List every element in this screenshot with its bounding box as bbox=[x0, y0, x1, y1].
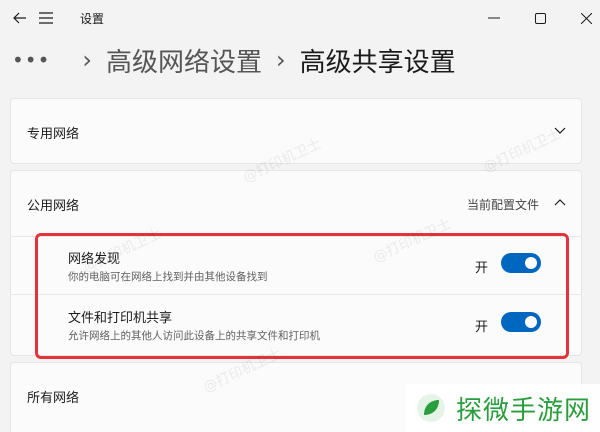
network-discovery-row: 网络发现 你的电脑可在网络上找到并由其他设备找到 开 bbox=[11, 237, 581, 295]
current-profile-label: 当前配置文件 bbox=[466, 198, 539, 212]
brand-logo: 探微手游网 bbox=[406, 384, 600, 432]
title-bar: 设置 bbox=[0, 0, 600, 36]
file-printer-sharing-state: 开 bbox=[475, 320, 489, 335]
minimize-icon bbox=[488, 17, 500, 19]
file-printer-sharing-row: 文件和打印机共享 允许网络上的其他人访问此设备上的共享文件和打印机 开 bbox=[11, 296, 581, 354]
file-printer-sharing-title: 文件和打印机共享 bbox=[68, 311, 173, 326]
network-discovery-title: 网络发现 bbox=[68, 252, 121, 267]
network-discovery-description: 你的电脑可在网络上找到并由其他设备找到 bbox=[68, 271, 268, 283]
minimize-button[interactable] bbox=[474, 0, 514, 36]
menu-button[interactable] bbox=[26, 0, 66, 36]
hamburger-icon bbox=[39, 12, 53, 24]
brand-text: 探微手游网 bbox=[456, 395, 592, 426]
chevron-down-icon bbox=[554, 127, 566, 134]
maximize-button[interactable] bbox=[520, 0, 560, 36]
close-button[interactable] bbox=[566, 0, 600, 36]
back-arrow-icon bbox=[13, 12, 26, 24]
public-network-card: 公用网络 当前配置文件 网络发现 你的电脑可在网络上找到并由其他设备找到 开 文… bbox=[10, 170, 582, 356]
breadcrumb-separator-icon: › bbox=[276, 46, 286, 74]
private-network-header[interactable]: 专用网络 bbox=[11, 99, 581, 165]
breadcrumb-parent-link[interactable]: 高级网络设置 bbox=[106, 42, 262, 79]
chevron-up-icon bbox=[554, 199, 566, 206]
private-network-card: 专用网络 bbox=[10, 98, 582, 164]
file-printer-sharing-description: 允许网络上的其他人访问此设备上的共享文件和打印机 bbox=[68, 330, 320, 342]
breadcrumb-more-button[interactable]: ••• bbox=[12, 50, 50, 70]
all-networks-title: 所有网络 bbox=[27, 391, 80, 406]
close-icon bbox=[580, 12, 592, 24]
public-network-header[interactable]: 公用网络 当前配置文件 bbox=[11, 171, 581, 237]
network-discovery-toggle[interactable] bbox=[501, 253, 541, 273]
breadcrumb-separator-icon: › bbox=[82, 46, 92, 74]
breadcrumb: ••• › 高级网络设置 › 高级共享设置 bbox=[12, 42, 456, 78]
public-network-title: 公用网络 bbox=[27, 199, 80, 214]
network-discovery-state: 开 bbox=[475, 261, 489, 276]
toggle-knob bbox=[525, 316, 537, 328]
leaf-logo-icon bbox=[417, 394, 445, 422]
maximize-icon bbox=[534, 12, 546, 24]
toggle-knob bbox=[525, 257, 537, 269]
private-network-title: 专用网络 bbox=[27, 127, 80, 142]
page-title: 高级共享设置 bbox=[299, 47, 456, 78]
file-printer-sharing-toggle[interactable] bbox=[501, 312, 541, 332]
window-title: 设置 bbox=[80, 12, 105, 26]
